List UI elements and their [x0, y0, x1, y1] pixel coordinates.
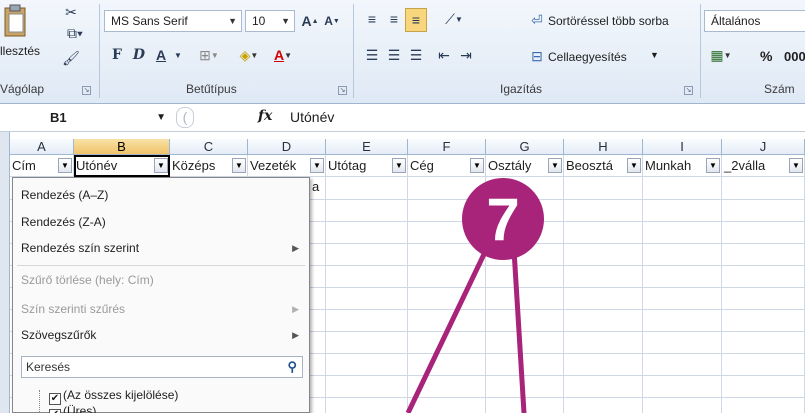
select-all-checkbox-row[interactable]: ✔ (Az összes kijelölése) — [49, 388, 178, 405]
blank-label: (Üres) — [63, 404, 97, 413]
autofilter-menu: Rendezés (A–Z) Rendezés (Z-A) Rendezés s… — [12, 177, 310, 413]
sort-by-color-item[interactable]: Rendezés szín szerint — [21, 241, 139, 255]
filter-by-color-item: Szín szerinti szűrés — [21, 302, 126, 316]
sort-z-a-item[interactable]: Rendezés (Z-A) — [21, 215, 106, 229]
search-placeholder: Keresés — [26, 360, 71, 374]
blank-checkbox-row[interactable]: ✔(Üres) — [49, 404, 96, 413]
search-icon: ⚲ — [287, 359, 297, 374]
submenu-arrow-icon: ▶ — [292, 304, 299, 314]
filter-search-input[interactable]: Keresés ⚲ — [21, 356, 303, 378]
submenu-arrow-icon: ▶ — [292, 243, 299, 253]
submenu-arrow-icon: ▶ — [292, 330, 299, 340]
checkbox-tree-line — [39, 390, 40, 413]
sort-a-z-item[interactable]: Rendezés (A–Z) — [21, 188, 108, 202]
checkbox-checked-icon[interactable]: ✔ — [49, 409, 61, 413]
clear-filter-item: Szűrő törlése (hely: Cím) — [21, 273, 154, 287]
text-filters-item[interactable]: Szövegszűrők — [21, 328, 96, 342]
select-all-label: (Az összes kijelölése) — [63, 388, 179, 402]
menu-divider — [17, 265, 305, 266]
step-callout-badge: 7 — [462, 178, 544, 260]
